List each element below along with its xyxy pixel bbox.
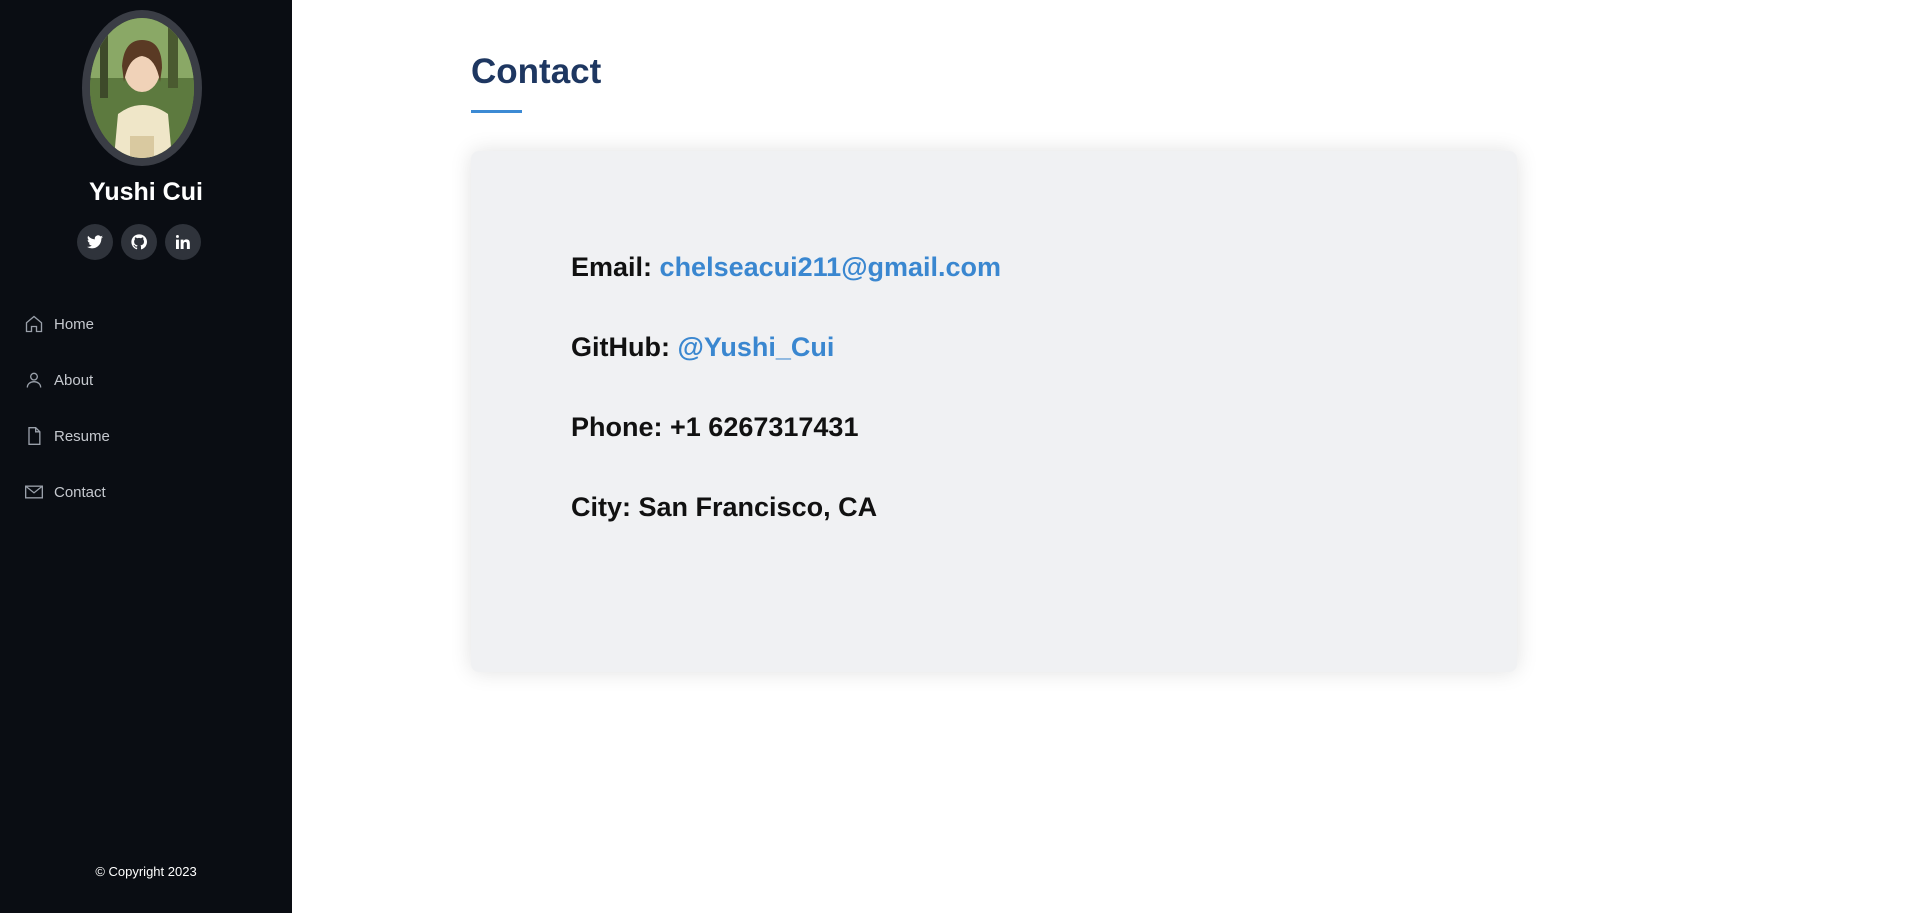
nav-item-about[interactable]: About [0,352,292,408]
phone-value: +1 6267317431 [670,412,859,442]
phone-label: Phone: [571,412,663,442]
city-value: San Francisco, CA [638,492,878,522]
home-icon [25,315,43,333]
contact-card: Email: chelseacui211@gmail.com GitHub: @… [471,151,1517,672]
avatar-frame [82,10,202,166]
linkedin-icon [176,235,190,249]
twitter-button[interactable] [77,224,113,260]
nav-label-about: About [54,371,94,389]
nav-label-home: Home [54,315,95,333]
title-underline [471,110,522,113]
profile-name: Yushi Cui [89,178,203,206]
city-label: City: [571,492,631,522]
email-link[interactable]: chelseacui211@gmail.com [660,252,1002,282]
github-button[interactable] [121,224,157,260]
avatar [90,18,194,158]
linkedin-button[interactable] [165,224,201,260]
person-icon [26,372,42,388]
copyright: © Copyright 2023 [95,864,197,879]
phone-row: Phone: +1 6267317431 [571,412,858,443]
nav-item-home[interactable]: Home [0,296,292,352]
city-row: City: San Francisco, CA [571,492,877,523]
nav-label-contact: Contact [54,483,106,501]
email-row: Email: chelseacui211@gmail.com [571,252,1001,283]
github-icon [131,234,147,250]
nav-item-resume[interactable]: Resume [0,408,292,464]
sidebar: Yushi Cui Home About Resume Contact © Co… [0,0,292,913]
github-label: GitHub: [571,332,670,362]
social-links [77,224,201,260]
file-icon [28,427,41,445]
github-link[interactable]: @Yushi_Cui [678,332,835,362]
avatar-photo [90,18,194,158]
envelope-icon [25,485,43,499]
github-row: GitHub: @Yushi_Cui [571,332,834,363]
email-label: Email: [571,252,653,282]
nav-item-contact[interactable]: Contact [0,464,292,520]
page-title: Contact [471,52,602,91]
main-nav: Home About Resume Contact [0,296,292,520]
nav-label-resume: Resume [54,427,110,445]
twitter-icon [87,235,103,249]
